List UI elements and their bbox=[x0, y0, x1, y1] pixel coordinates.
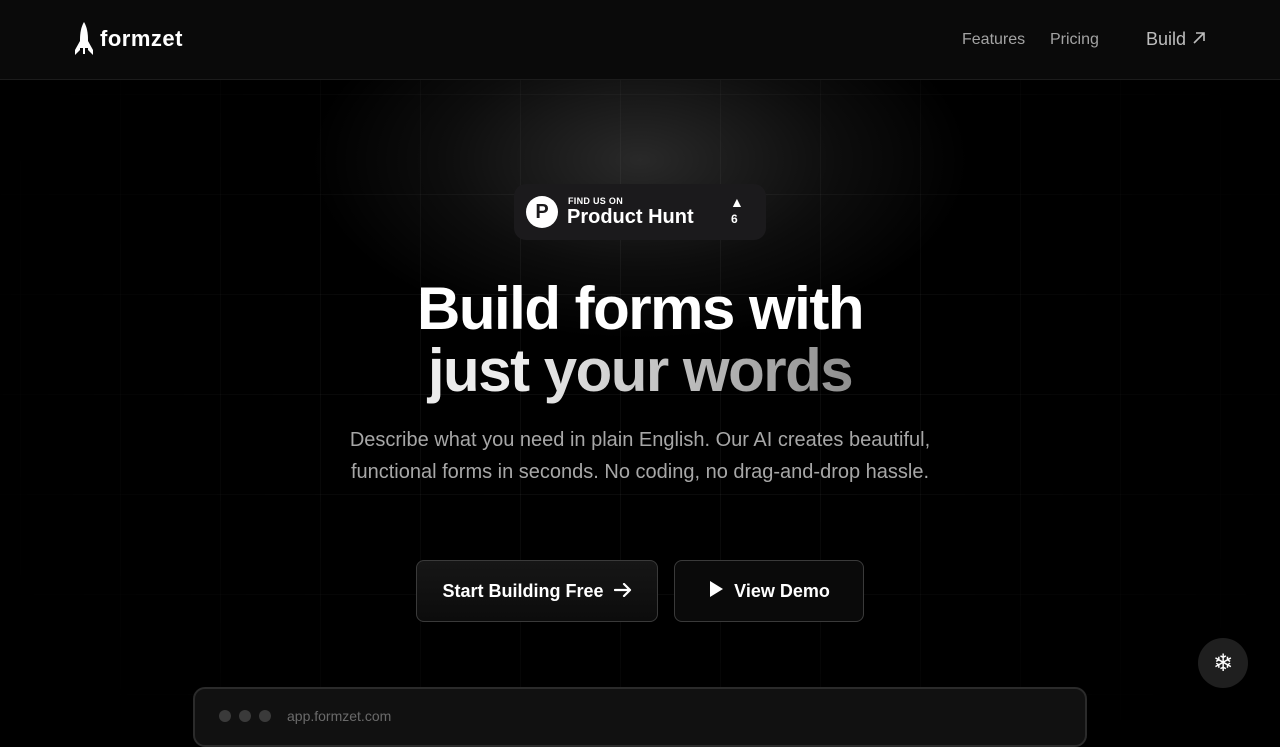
product-hunt-name: Product Hunt bbox=[567, 206, 694, 228]
play-icon bbox=[708, 580, 724, 603]
rocket-icon bbox=[74, 22, 94, 56]
arrow-right-icon bbox=[613, 581, 632, 602]
hero-title-gradient: your words bbox=[543, 337, 854, 404]
hero-title: Build forms with just your words bbox=[0, 278, 1280, 402]
upvote-triangle-icon: ▲ bbox=[730, 194, 744, 210]
view-demo-label: View Demo bbox=[734, 580, 830, 601]
nav-build-label: Build bbox=[1146, 29, 1187, 49]
view-demo-button[interactable]: View Demo bbox=[674, 560, 864, 622]
window-dot bbox=[239, 710, 251, 722]
window-dot bbox=[219, 710, 231, 722]
start-building-button[interactable]: Start Building Free bbox=[416, 560, 658, 622]
nav-link-features[interactable]: Features bbox=[962, 31, 1025, 49]
product-hunt-caption: FIND US ON bbox=[568, 196, 624, 206]
app-preview-window: app.formzet.com bbox=[193, 687, 1087, 747]
floating-action-button[interactable]: ❄ bbox=[1198, 638, 1248, 688]
nav-build-link[interactable]: Build bbox=[1146, 29, 1206, 50]
window-dot bbox=[259, 710, 271, 722]
top-navbar: formzet Features Pricing Build bbox=[0, 0, 1280, 80]
arrow-up-right-icon bbox=[1192, 29, 1206, 50]
brand-logo[interactable]: formzet bbox=[74, 22, 183, 56]
hero-title-just: just bbox=[427, 337, 530, 404]
product-hunt-badge[interactable]: P FIND US ON Product Hunt ▲ 6 bbox=[514, 184, 766, 240]
start-building-label: Start Building Free bbox=[442, 580, 604, 601]
nav-link-pricing[interactable]: Pricing bbox=[1050, 31, 1099, 49]
hero-title-line1: Build forms with bbox=[417, 275, 864, 342]
hero-subtitle: Describe what you need in plain English.… bbox=[349, 429, 931, 483]
product-hunt-icon: P bbox=[526, 196, 558, 228]
upvote-count: 6 bbox=[731, 212, 738, 226]
preview-url: app.formzet.com bbox=[287, 708, 392, 724]
hero-title-line2: just your words bbox=[0, 340, 1280, 402]
snowflake-icon: ❄ bbox=[1212, 649, 1234, 677]
brand-name: formzet bbox=[100, 26, 183, 51]
